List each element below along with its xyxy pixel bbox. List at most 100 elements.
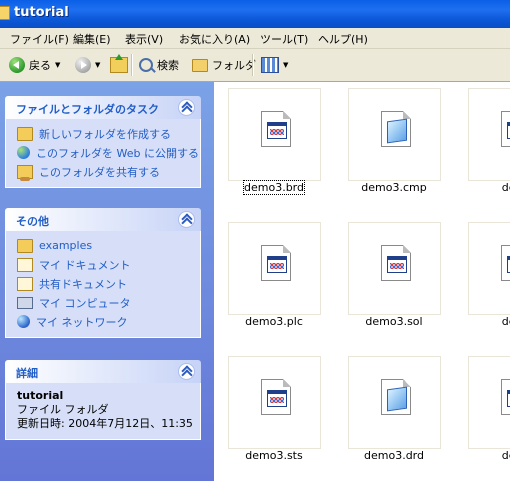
task-label: このフォルダを Web に公開する [36, 146, 199, 160]
file-folder-tasks-panel: ファイルとフォルダのタスク 新しいフォルダを作成する このフォルダを Web に… [5, 96, 201, 188]
chevron-down-icon[interactable]: ▼ [55, 61, 60, 69]
file-thumbnail [228, 356, 321, 449]
menu-help[interactable]: ヘルプ(H) [318, 31, 368, 47]
document-icon [381, 245, 411, 281]
cmp-icon [387, 118, 407, 144]
chevron-down-icon[interactable]: ▼ [95, 61, 100, 69]
panel-title: 詳細 [16, 367, 38, 380]
new-folder-icon [17, 126, 33, 141]
place-my-documents[interactable]: マイ ドキュメント [6, 255, 200, 274]
place-label: 共有ドキュメント [39, 277, 127, 291]
app-icon [267, 122, 287, 139]
panel-header[interactable]: 詳細 [5, 360, 201, 383]
task-pane: ファイルとフォルダのタスク 新しいフォルダを作成する このフォルダを Web に… [0, 82, 214, 481]
search-icon [139, 58, 153, 72]
search-label: 検索 [157, 59, 179, 72]
file-name: demo3.brd [243, 180, 305, 195]
menu-tools[interactable]: ツール(T) [260, 31, 308, 47]
chevron-down-icon[interactable]: ▼ [283, 61, 288, 69]
file-name: dem [501, 449, 510, 462]
file-name: dem [501, 315, 510, 328]
task-share-folder[interactable]: このフォルダを共有する [6, 162, 200, 181]
back-label: 戻る [29, 59, 51, 72]
menu-favorites[interactable]: お気に入り(A) [179, 31, 250, 47]
place-label: マイ ネットワーク [36, 315, 128, 329]
forward-button[interactable]: ▼ [75, 55, 100, 75]
panel-body: tutorial ファイル フォルダ 更新日時: 2004年7月12日、11:3… [5, 383, 201, 440]
place-examples[interactable]: examples [6, 236, 200, 255]
place-label: examples [39, 239, 93, 252]
up-folder-button[interactable] [110, 54, 128, 75]
app-icon [267, 390, 287, 407]
file-name: dem [501, 181, 510, 194]
file-thumbnail [468, 356, 510, 449]
panel-body: examples マイ ドキュメント 共有ドキュメント マイ コンピュータ マイ… [5, 231, 201, 338]
file-name: demo3.cmp [361, 181, 427, 194]
collapse-chevron-icon[interactable] [178, 363, 195, 380]
details-name: tutorial [17, 389, 64, 402]
file-thumbnail [228, 222, 321, 315]
details-panel: 詳細 tutorial ファイル フォルダ 更新日時: 2004年7月12日、1… [5, 360, 201, 440]
document-icon [501, 379, 510, 415]
place-my-computer[interactable]: マイ コンピュータ [6, 293, 200, 312]
folder-up-icon [110, 54, 128, 73]
details-modified: 更新日時: 2004年7月12日、11:35 [17, 417, 193, 430]
toolbar-separator [131, 54, 133, 76]
network-icon [17, 315, 30, 328]
views-button[interactable]: ▼ [261, 55, 288, 75]
folders-button[interactable]: フォルダ [192, 55, 256, 75]
document-icon [261, 111, 291, 147]
place-label: マイ コンピュータ [39, 296, 131, 310]
views-icon [261, 57, 279, 73]
task-new-folder[interactable]: 新しいフォルダを作成する [6, 124, 200, 143]
collapse-chevron-icon[interactable] [178, 99, 195, 116]
panel-title: その他 [16, 215, 49, 228]
file-name: demo3.sol [365, 315, 423, 328]
toolbar: 戻る ▼ ▼ 検索 フォルダ ▼ [0, 49, 510, 82]
toolbar-separator [252, 54, 254, 76]
folder-icon [192, 58, 208, 72]
folders-label: フォルダ [212, 59, 256, 72]
app-icon [387, 256, 407, 273]
app-icon [267, 256, 287, 273]
computer-icon [17, 296, 33, 309]
shared-documents-icon [17, 276, 33, 291]
panel-body: 新しいフォルダを作成する このフォルダを Web に公開する このフォルダを共有… [5, 119, 201, 188]
panel-title: ファイルとフォルダのタスク [16, 103, 159, 116]
task-label: このフォルダを共有する [39, 165, 160, 179]
menu-view[interactable]: 表示(V) [125, 31, 163, 47]
file-thumbnail [348, 88, 441, 181]
cmp-icon [387, 386, 407, 412]
file-thumbnail [348, 222, 441, 315]
panel-header[interactable]: ファイルとフォルダのタスク [5, 96, 201, 119]
file-thumbnail [348, 356, 441, 449]
menu-file[interactable]: ファイル(F) [10, 31, 69, 47]
document-icon [261, 379, 291, 415]
place-label: マイ ドキュメント [39, 258, 131, 272]
document-icon [381, 379, 411, 415]
collapse-chevron-icon[interactable] [178, 211, 195, 228]
search-button[interactable]: 検索 [139, 55, 179, 75]
window-title: tutorial [14, 5, 69, 20]
folder-icon [17, 238, 33, 253]
globe-icon [17, 146, 30, 159]
share-folder-icon [17, 164, 33, 181]
file-thumbnail [468, 88, 510, 181]
place-shared-documents[interactable]: 共有ドキュメント [6, 274, 200, 293]
task-label: 新しいフォルダを作成する [39, 127, 171, 141]
menu-edit[interactable]: 編集(E) [73, 31, 111, 47]
file-name: demo3.sts [245, 449, 303, 462]
place-my-network[interactable]: マイ ネットワーク [6, 312, 200, 331]
document-icon [501, 111, 510, 147]
back-arrow-icon [9, 57, 25, 73]
file-thumbnail [228, 88, 321, 181]
back-button[interactable]: 戻る ▼ [9, 55, 60, 75]
file-name: demo3.drd [364, 449, 424, 462]
panel-header[interactable]: その他 [5, 208, 201, 231]
task-publish-web[interactable]: このフォルダを Web に公開する [6, 143, 200, 162]
folder-icon [0, 6, 10, 20]
file-view: demo3.brd demo3.cmp dem demo3.plc demo3.… [214, 82, 510, 481]
other-places-panel: その他 examples マイ ドキュメント 共有ドキュメント マイ コンピュー… [5, 208, 201, 338]
file-name: demo3.plc [245, 315, 303, 328]
title-bar: tutorial [0, 0, 510, 28]
